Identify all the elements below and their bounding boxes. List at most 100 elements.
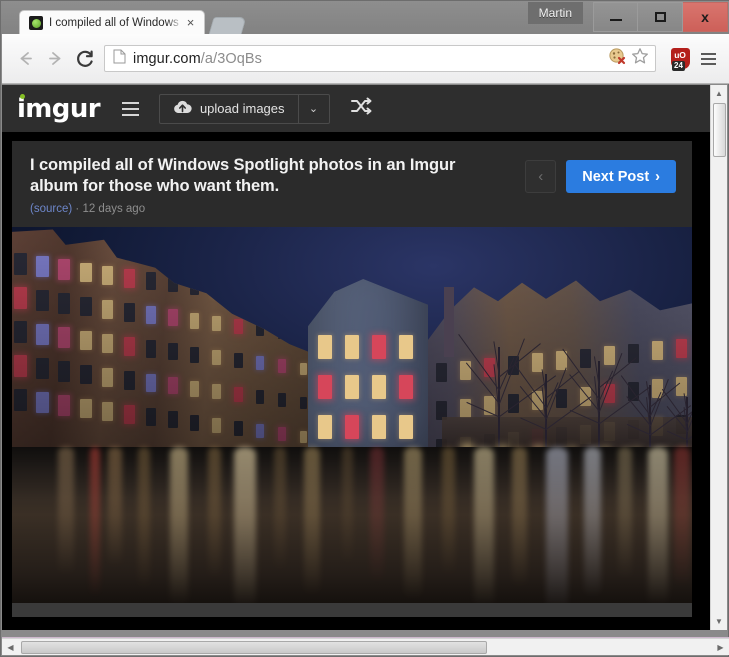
lit-window (14, 355, 27, 377)
lit-window (676, 377, 687, 396)
menu-line (700, 62, 716, 65)
water-reflection-streak (584, 447, 601, 597)
water-reflection-streak (370, 447, 384, 583)
water-reflection-streak (108, 447, 122, 567)
lit-window (345, 375, 359, 399)
water-reflection-streak (546, 447, 568, 613)
vertical-scrollbar[interactable]: ▲ ▼ (710, 85, 727, 630)
minimize-icon (609, 19, 622, 21)
lit-window (652, 341, 663, 361)
title-bar: I compiled all of Windows × Martin x (1, 1, 729, 35)
close-icon: x (701, 9, 709, 25)
lit-window (124, 405, 135, 424)
back-button[interactable] (10, 44, 40, 74)
lit-window (212, 417, 221, 434)
address-bar[interactable]: imgur.com/a/3OqBs (104, 45, 656, 72)
lit-window (102, 299, 114, 319)
url-text: imgur.com/a/3OqBs (133, 51, 608, 67)
lit-window (190, 380, 200, 397)
back-arrow-icon (20, 52, 32, 65)
close-button[interactable]: x (683, 2, 728, 32)
lit-window (36, 358, 49, 380)
lit-window (278, 427, 286, 441)
imgur-logo[interactable]: imgur (17, 93, 101, 122)
water-reflection-streak (404, 447, 422, 599)
horizontal-scroll-thumb[interactable] (21, 641, 487, 654)
user-label[interactable]: Martin (527, 2, 583, 24)
chimney (444, 287, 454, 357)
lit-window (212, 349, 221, 366)
forward-button[interactable] (40, 44, 70, 74)
lit-window (102, 367, 114, 387)
lit-window (58, 361, 71, 382)
water-reflection-streak (208, 447, 221, 579)
post-header: I compiled all of Windows Spotlight phot… (12, 141, 692, 227)
hamburger-line (121, 101, 139, 104)
window-controls: x (593, 2, 728, 32)
shuffle-button[interactable] (348, 96, 374, 122)
forward-arrow-icon (48, 52, 60, 65)
url-path: /a/3OqBs (200, 50, 263, 67)
chevron-left-icon: ‹ (538, 168, 544, 185)
lit-window (399, 375, 413, 399)
new-tab-button[interactable] (208, 17, 247, 35)
scroll-up-button[interactable]: ▲ (711, 85, 727, 102)
lit-window (36, 392, 49, 414)
lit-window (676, 339, 687, 358)
next-post-button[interactable]: Next Post › (566, 160, 676, 193)
source-link[interactable]: (source) (30, 203, 72, 215)
post-image[interactable] (12, 227, 692, 617)
lit-window (436, 363, 447, 382)
imgur-site-header: imgur upload images ⌄ (2, 85, 712, 132)
lit-window (190, 414, 200, 431)
url-host: imgur.com (133, 50, 201, 67)
maximize-icon (654, 12, 666, 22)
minimize-button[interactable] (593, 2, 638, 32)
maximize-button[interactable] (638, 2, 683, 32)
lit-window (372, 415, 386, 439)
hamburger-line (121, 107, 139, 110)
lit-window (14, 321, 27, 343)
lit-window (256, 390, 265, 405)
water-reflection-streak (234, 447, 256, 609)
scroll-down-button[interactable]: ▼ (711, 613, 727, 630)
scroll-left-button[interactable]: ◀ (2, 639, 19, 655)
next-post-label: Next Post (582, 168, 650, 185)
close-tab-icon[interactable]: × (183, 15, 198, 31)
upload-images-button[interactable]: upload images (160, 95, 298, 123)
lit-window (146, 272, 157, 290)
water-reflection-streak (674, 447, 690, 587)
bookmark-star-icon[interactable] (631, 47, 649, 70)
lit-window (345, 335, 359, 359)
lit-window (234, 421, 243, 436)
horizontal-scrollbar[interactable]: ◀ ▶ (2, 638, 729, 655)
tab-title: I compiled all of Windows (49, 17, 179, 29)
water-reflection-streak (512, 447, 527, 587)
page-viewport: imgur upload images ⌄ I compiled all of … (2, 85, 712, 630)
post-container: I compiled all of Windows Spotlight phot… (12, 141, 692, 617)
vertical-scroll-thumb[interactable] (713, 103, 726, 157)
post-navigation: ‹ Next Post › (525, 155, 676, 215)
lit-window (372, 375, 386, 399)
scroll-right-button[interactable]: ▶ (712, 639, 729, 655)
browser-tab[interactable]: I compiled all of Windows × (19, 10, 205, 35)
water-reflection-streak (648, 447, 668, 605)
water-reflection-streak (342, 447, 353, 565)
lit-window (318, 335, 332, 359)
post-meta: (source) · 12 days ago (30, 203, 509, 215)
post-title-wrap: I compiled all of Windows Spotlight phot… (30, 155, 525, 215)
previous-post-button[interactable]: ‹ (525, 160, 557, 193)
reload-button[interactable] (70, 44, 100, 74)
upload-dropdown-button[interactable]: ⌄ (297, 94, 329, 123)
imgur-nav-menu-button[interactable] (121, 101, 139, 116)
lit-window (14, 253, 27, 275)
lit-window (58, 259, 71, 280)
lit-window (80, 330, 92, 351)
ublock-origin-extension-button[interactable]: uO 24 (668, 45, 692, 72)
lit-window (372, 335, 386, 359)
lit-window (102, 401, 114, 421)
lit-window (212, 383, 221, 400)
cookie-blocked-icon[interactable] (608, 47, 627, 71)
chrome-menu-button[interactable] (695, 45, 721, 72)
lit-window (318, 415, 332, 439)
